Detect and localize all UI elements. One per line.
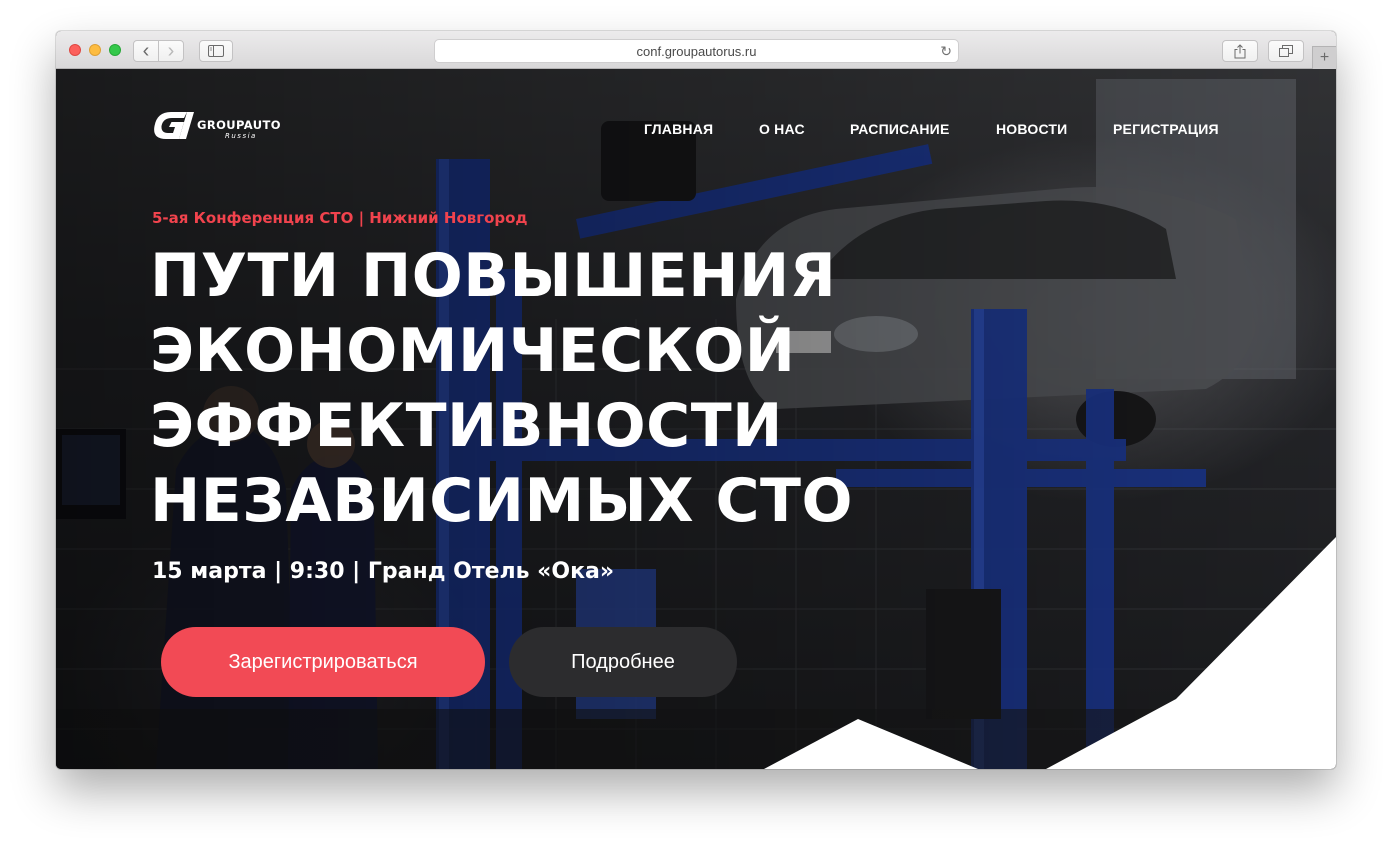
headline-line: ЭКОНОМИЧЕСКОЙ (150, 316, 796, 386)
address-bar[interactable]: conf.groupautorus.ru ↻ (434, 39, 959, 63)
headline-line: ПУТИ ПОВЫШЕНИЯ (150, 241, 837, 311)
headline-line: НЕЗАВИСИМЫХ СТО (150, 466, 853, 536)
nav-item-registration[interactable]: РЕГИСТРАЦИЯ (1113, 121, 1219, 137)
share-icon (1234, 43, 1246, 58)
headline-line: ЭФФЕКТИВНОСТИ (150, 391, 783, 461)
browser-toolbar: ‹ › conf.groupautorus.ru ↻ + (56, 31, 1336, 69)
nav-item-schedule[interactable]: РАСПИСАНИЕ (850, 121, 950, 137)
conference-eyebrow: 5-ая Конференция СТО | Нижний Новгород (152, 209, 528, 227)
minimize-window-button[interactable] (89, 44, 101, 56)
sidebar-toggle-button[interactable] (199, 40, 233, 62)
hero-section: GROUPAUTO Russia ГЛАВНАЯ О НАС РАСПИСАНИ… (56, 69, 1336, 769)
more-info-button[interactable]: Подробнее (509, 627, 737, 697)
forward-button[interactable]: › (158, 40, 184, 62)
chevron-right-icon: › (167, 40, 175, 62)
event-details: 15 марта | 9:30 | Гранд Отель «Ока» (152, 559, 615, 584)
browser-window: ‹ › conf.groupautorus.ru ↻ + GROUPAUTO R… (56, 31, 1336, 769)
share-button[interactable] (1222, 40, 1258, 62)
close-window-button[interactable] (69, 44, 81, 56)
zoom-window-button[interactable] (109, 44, 121, 56)
main-navigation: ГЛАВНАЯ О НАС РАСПИСАНИЕ НОВОСТИ РЕГИСТР… (56, 121, 1336, 141)
url-text: conf.groupautorus.ru (636, 43, 757, 59)
reload-icon[interactable]: ↻ (940, 43, 952, 60)
sidebar-icon (208, 45, 224, 57)
show-tabs-button[interactable] (1268, 40, 1304, 62)
nav-item-home[interactable]: ГЛАВНАЯ (644, 121, 713, 137)
nav-item-news[interactable]: НОВОСТИ (996, 121, 1067, 137)
register-button[interactable]: Зарегистрироваться (161, 627, 485, 697)
plus-icon: + (1319, 49, 1330, 66)
new-tab-button[interactable]: + (1312, 46, 1336, 69)
hero-headline: ПУТИ ПОВЫШЕНИЯ ЭКОНОМИЧЕСКОЙ ЭФФЕКТИВНОС… (150, 239, 930, 539)
back-button[interactable]: ‹ (133, 40, 159, 62)
chevron-left-icon: ‹ (142, 40, 150, 62)
tabs-overview-icon (1279, 45, 1293, 57)
nav-item-about[interactable]: О НАС (759, 121, 805, 137)
